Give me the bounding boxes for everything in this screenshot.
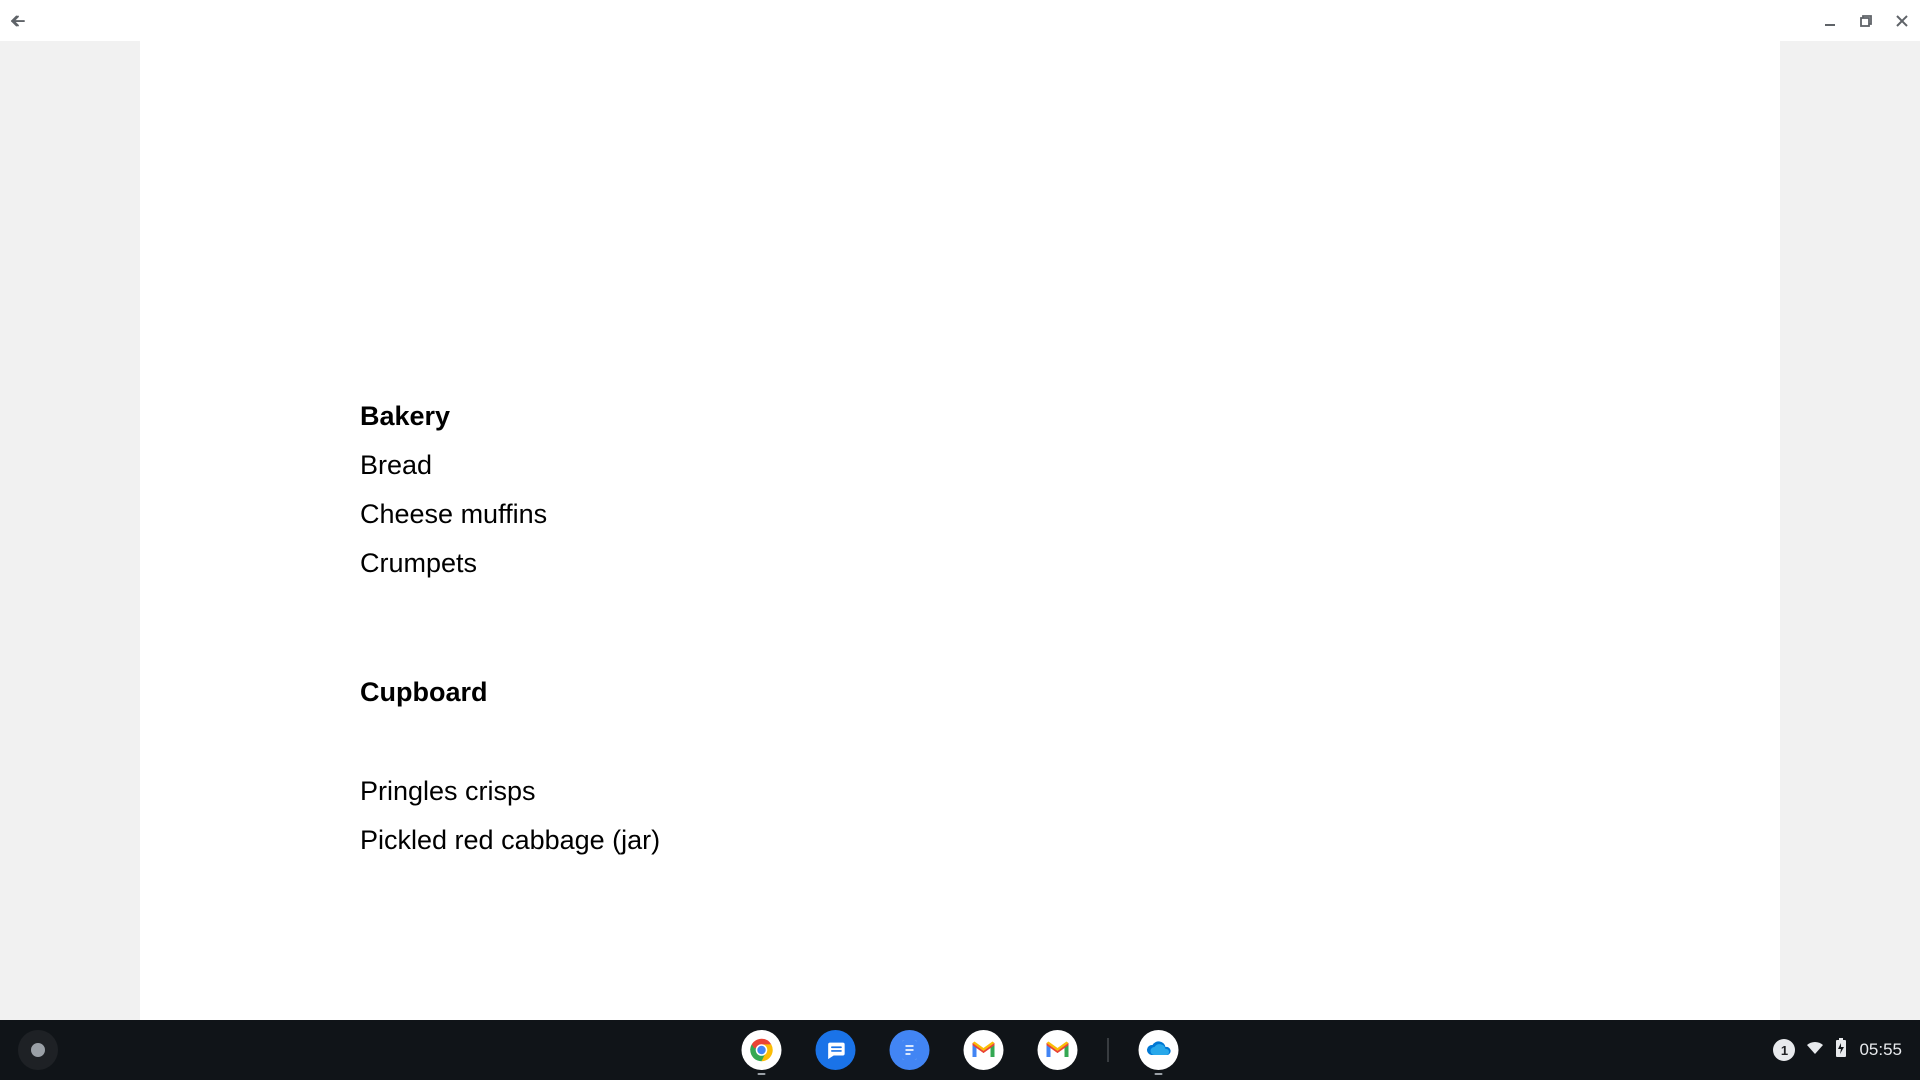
clock[interactable]: 05:55: [1859, 1040, 1902, 1060]
list-item: Pringles crisps: [360, 776, 1560, 807]
taskbar-apps: [738, 1026, 1183, 1074]
titlebar-right: [1820, 11, 1912, 31]
docs-app[interactable]: [886, 1026, 934, 1074]
launcher-button[interactable]: [18, 1030, 58, 1070]
gmail-app-2[interactable]: [1034, 1026, 1082, 1074]
section-heading-cupboard: Cupboard: [360, 677, 1560, 708]
onedrive-icon: [1139, 1030, 1179, 1070]
taskbar-left: [18, 1030, 58, 1070]
window-titlebar: [0, 0, 1920, 41]
close-button[interactable]: [1892, 11, 1912, 31]
messages-app[interactable]: [812, 1026, 860, 1074]
taskbar: 1 05:55: [0, 1020, 1920, 1080]
back-button[interactable]: [8, 11, 28, 31]
list-item: Pickled red cabbage (jar): [360, 825, 1560, 856]
launcher-icon: [31, 1043, 45, 1057]
battery-icon: [1835, 1038, 1847, 1063]
docs-icon: [890, 1030, 930, 1070]
onedrive-app[interactable]: [1135, 1026, 1183, 1074]
list-item: Cheese muffins: [360, 499, 1560, 530]
system-tray[interactable]: 1 05:55: [1773, 1038, 1902, 1063]
document-viewport[interactable]: Bakery Bread Cheese muffins Crumpets Cup…: [0, 41, 1920, 1020]
restore-button[interactable]: [1856, 11, 1876, 31]
wifi-icon: [1805, 1040, 1825, 1061]
gmail-app-1[interactable]: [960, 1026, 1008, 1074]
document-page: Bakery Bread Cheese muffins Crumpets Cup…: [140, 41, 1780, 1020]
notification-badge[interactable]: 1: [1773, 1039, 1795, 1061]
running-indicator: [1155, 1073, 1163, 1075]
list-item: Crumpets: [360, 548, 1560, 579]
chrome-app[interactable]: [738, 1026, 786, 1074]
gmail-icon: [1038, 1030, 1078, 1070]
chrome-icon: [742, 1030, 782, 1070]
section-heading-bakery: Bakery: [360, 401, 1560, 432]
list-item: Bread: [360, 450, 1560, 481]
messages-icon: [816, 1030, 856, 1070]
section-gap: [360, 597, 1560, 677]
status-icons: 1: [1773, 1038, 1847, 1063]
running-indicator: [758, 1073, 766, 1075]
minimize-button[interactable]: [1820, 11, 1840, 31]
titlebar-left: [8, 11, 28, 31]
taskbar-separator: [1108, 1038, 1109, 1062]
section-gap: [360, 726, 1560, 776]
gmail-icon: [964, 1030, 1004, 1070]
